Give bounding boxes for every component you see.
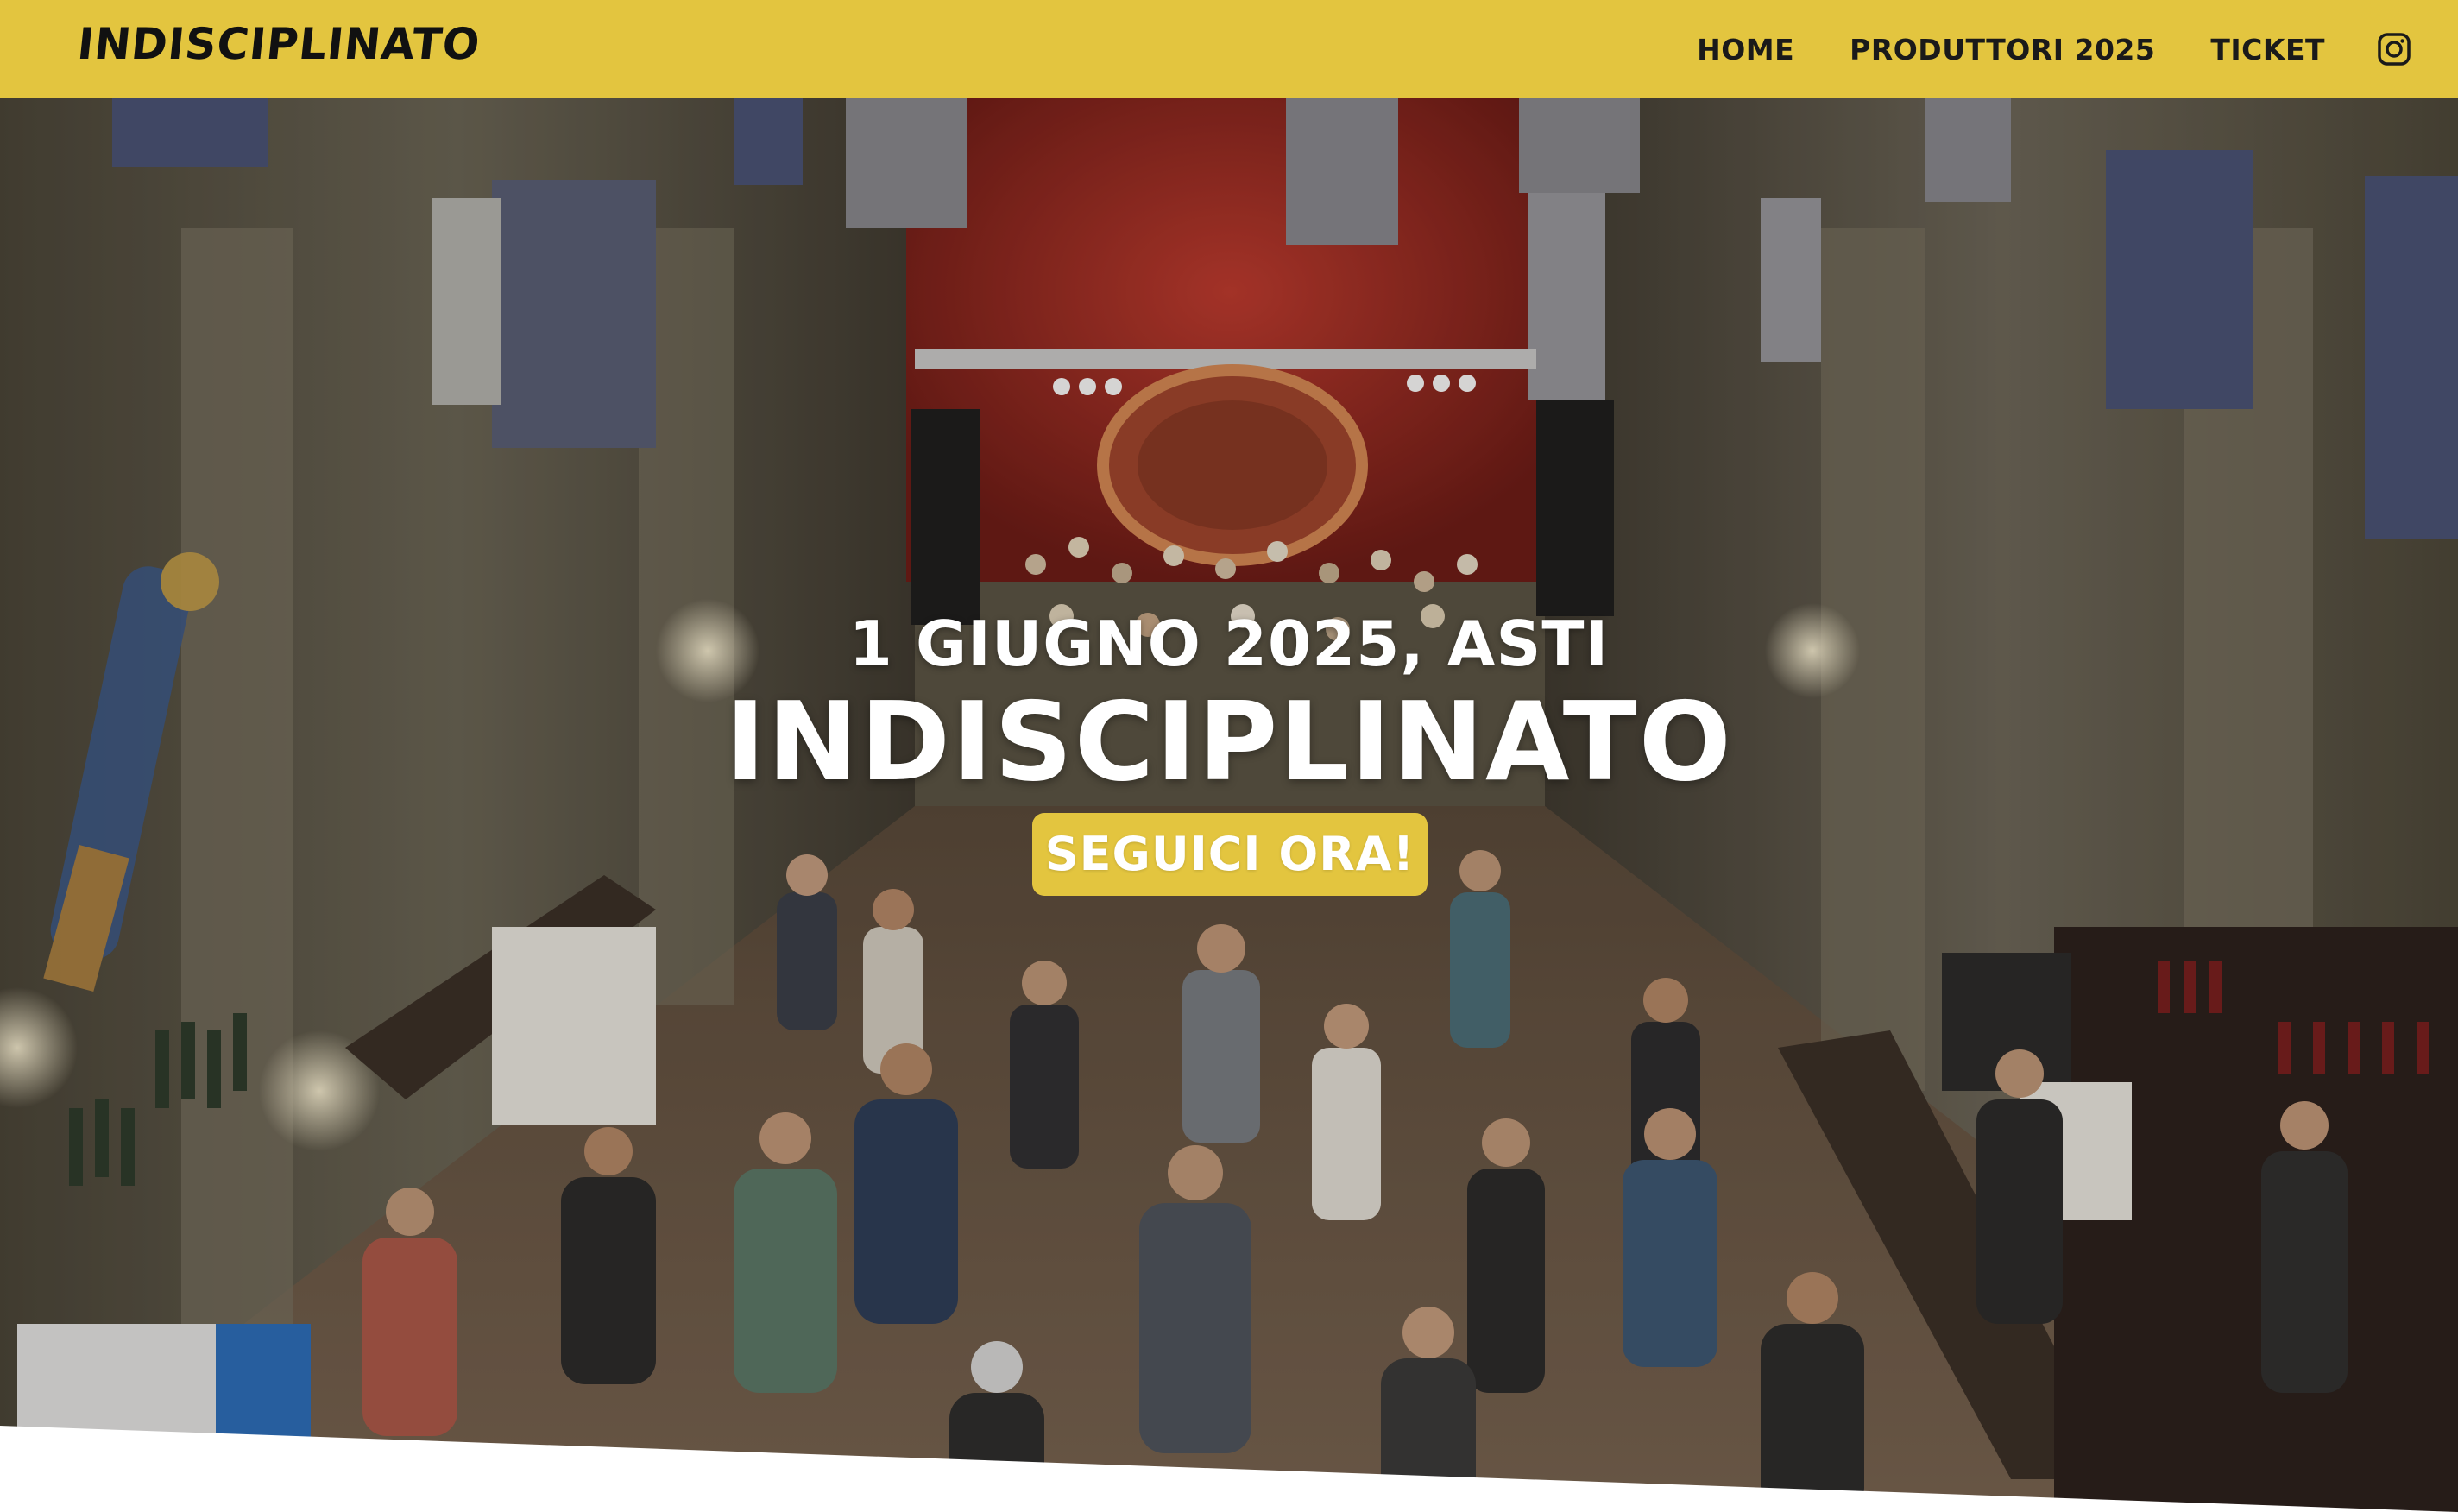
site-logo[interactable]: INDISCIPLINATO [75,19,482,69]
follow-us-button[interactable]: SEGUICI ORA! [1032,813,1428,896]
hero-title: INDISCIPLINATO [725,678,1733,805]
hero-bottom-divider [0,1426,2458,1512]
nav-produttori-link[interactable]: PRODUTTORI 2025 [1850,33,2155,66]
site-header: INDISCIPLINATO HOME PRODUTTORI 2025 TICK… [0,0,2458,98]
page: INDISCIPLINATO HOME PRODUTTORI 2025 TICK… [0,0,2458,1512]
nav-home-link[interactable]: HOME [1697,33,1794,66]
event-date-location: 1 GIUGNO 2025, ASTI [848,608,1610,680]
main-nav: HOME PRODUTTORI 2025 TICKET [1697,0,2458,98]
instagram-icon[interactable] [2377,32,2411,66]
nav-ticket-link[interactable]: TICKET [2210,33,2325,66]
hero-overlay [0,98,2458,1512]
hero-section: 1 GIUGNO 2025, ASTI INDISCIPLINATO SEGUI… [0,98,2458,1512]
